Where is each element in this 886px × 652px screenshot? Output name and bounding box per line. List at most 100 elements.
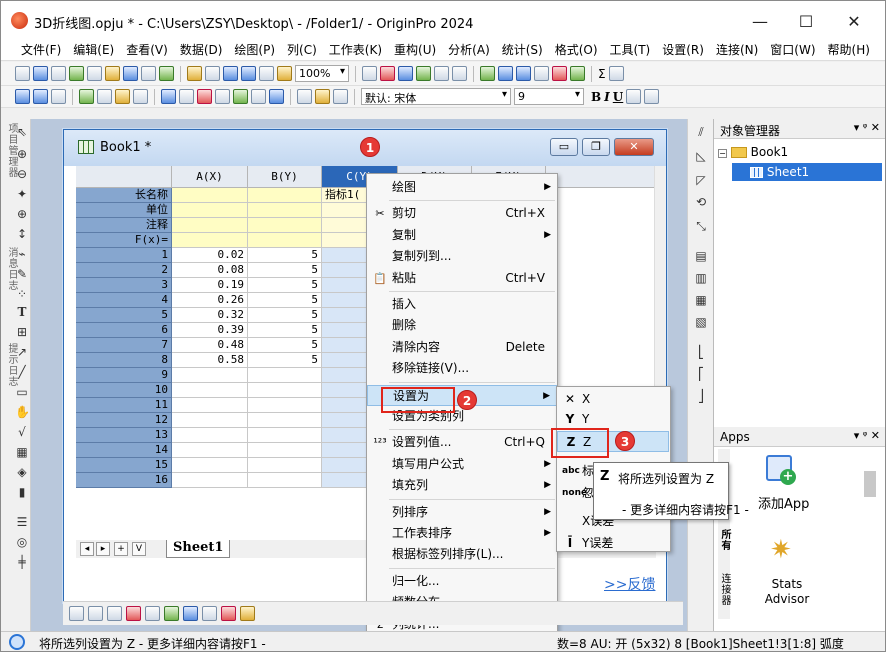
recalculate-icon[interactable] — [277, 66, 292, 81]
column-header-empty[interactable] — [546, 166, 664, 188]
new-excel-icon[interactable] — [141, 66, 156, 81]
copy-icon[interactable] — [315, 89, 330, 104]
object-icon[interactable]: ◈ — [15, 465, 29, 479]
pen-icon[interactable]: ▮ — [15, 485, 29, 499]
font-size-combo[interactable]: 9 — [514, 88, 584, 105]
row-header[interactable]: 11 — [76, 398, 172, 413]
italic-button[interactable]: I — [604, 90, 610, 104]
scale-icon[interactable]: ✦ — [15, 187, 29, 201]
mirror-icon[interactable]: ⤡ — [694, 219, 708, 233]
cell-a[interactable] — [172, 368, 248, 383]
cell-b[interactable]: 5 — [248, 278, 322, 293]
row-header[interactable]: 8 — [76, 353, 172, 368]
results-log-icon[interactable] — [398, 66, 413, 81]
cell-b[interactable]: 5 — [248, 248, 322, 263]
context-menu-item[interactable]: 插入 — [367, 294, 557, 315]
grid-a-icon[interactable]: ▤ — [694, 249, 708, 263]
meta-row-header[interactable]: 单位 — [76, 203, 172, 218]
cell-a[interactable] — [172, 428, 248, 443]
collapse-icon[interactable]: − — [718, 149, 727, 158]
scatter-plot-icon[interactable] — [88, 606, 103, 621]
layout-tool-icon[interactable]: ⫽ — [694, 125, 708, 139]
save-icon[interactable] — [223, 66, 238, 81]
plus-tool-icon[interactable]: ╪ — [15, 555, 29, 569]
list-icon[interactable]: ☰ — [15, 515, 29, 529]
meta-cell[interactable] — [248, 218, 322, 233]
column-plot-icon[interactable] — [126, 606, 141, 621]
new-matrix-icon[interactable] — [51, 66, 66, 81]
hand-icon[interactable]: ✋ — [15, 405, 30, 419]
row-header[interactable]: 12 — [76, 413, 172, 428]
smart-hint-icon[interactable] — [534, 66, 549, 81]
row-header[interactable]: 15 — [76, 458, 172, 473]
add-column-icon[interactable] — [570, 66, 585, 81]
menu-item[interactable]: 窗口(W) — [764, 41, 821, 58]
grid-b-icon[interactable]: ▥ — [694, 271, 708, 285]
add-layer-icon[interactable] — [179, 89, 194, 104]
cut-icon[interactable] — [297, 89, 312, 104]
project-explorer-icon[interactable] — [480, 66, 495, 81]
menu-item[interactable]: 统计(S) — [496, 41, 549, 58]
context-menu-item[interactable]: 填充列 ▶ — [367, 475, 557, 496]
data-selector-icon[interactable] — [97, 89, 112, 104]
meta-cell[interactable] — [172, 233, 248, 248]
draw-data-icon[interactable] — [133, 89, 148, 104]
submenu-item-x[interactable]: ✕ X — [557, 389, 669, 410]
zoom-in-icon[interactable]: ⊕ — [15, 147, 29, 161]
workbook-maximize-button[interactable]: ❐ — [582, 138, 610, 156]
context-menu-item[interactable]: 根据标签列排序(L)... — [367, 544, 557, 565]
cell-a[interactable]: 0.58 — [172, 353, 248, 368]
cell-a[interactable]: 0.02 — [172, 248, 248, 263]
context-menu-item[interactable]: 列排序 ▶ — [367, 502, 557, 523]
menu-item[interactable]: 帮助(H) — [822, 41, 876, 58]
menu-item[interactable]: 格式(O) — [549, 41, 604, 58]
subscript-icon[interactable] — [644, 89, 660, 104]
brush-icon[interactable]: ⁘ — [15, 287, 29, 301]
cell-a[interactable]: 0.39 — [172, 323, 248, 338]
new-function-icon[interactable] — [87, 66, 102, 81]
bracket-c-icon[interactable]: ⎦ — [694, 389, 708, 403]
forward-icon[interactable] — [33, 89, 48, 104]
row-header[interactable]: 13 — [76, 428, 172, 443]
cell-b[interactable] — [248, 383, 322, 398]
target-icon[interactable]: ◎ — [15, 535, 29, 549]
sqrt-icon[interactable]: √ — [15, 425, 29, 439]
menu-item[interactable]: 连接(N) — [710, 41, 764, 58]
sheet-list-button[interactable]: V — [132, 542, 146, 556]
theme-icon[interactable] — [269, 89, 284, 104]
save-template-icon[interactable] — [241, 66, 256, 81]
graph-icon[interactable]: ▦ — [15, 445, 29, 459]
context-menu-item[interactable]: 移除链接(V)... — [367, 358, 557, 379]
cell-a[interactable]: 0.19 — [172, 278, 248, 293]
close-button[interactable]: ✕ — [831, 7, 877, 35]
new-folder-icon[interactable] — [159, 66, 174, 81]
tab-next-button[interactable]: ▸ — [96, 542, 110, 556]
row-header[interactable]: 7 — [76, 338, 172, 353]
arrow-tool-icon[interactable]: ↗ — [15, 345, 29, 359]
meta-cell[interactable] — [248, 188, 322, 203]
new-layout-icon[interactable] — [123, 66, 138, 81]
row-header[interactable]: 14 — [76, 443, 172, 458]
column-header-a[interactable]: A(X) — [172, 166, 248, 188]
submenu-item-y误差[interactable]: Ī Y误差 — [557, 533, 669, 554]
print-icon[interactable] — [362, 66, 377, 81]
cell-b[interactable]: 5 — [248, 293, 322, 308]
cell-a[interactable]: 0.26 — [172, 293, 248, 308]
meta-row-header[interactable]: 长名称 — [76, 188, 172, 203]
region-icon[interactable]: ⌁ — [15, 247, 29, 261]
cell-a[interactable] — [172, 458, 248, 473]
line-plot-icon[interactable] — [69, 606, 84, 621]
context-menu-item[interactable]: 粘贴 📋 Ctrl+V — [367, 268, 557, 289]
line-symbol-icon[interactable] — [107, 606, 122, 621]
apps-icon[interactable] — [552, 66, 567, 81]
cursor-icon[interactable]: ↕ — [15, 227, 29, 241]
cell-a[interactable]: 0.32 — [172, 308, 248, 323]
context-menu-item[interactable]: 复制列到... — [367, 246, 557, 267]
cell-b[interactable] — [248, 473, 322, 488]
command-window-icon[interactable] — [434, 66, 449, 81]
context-menu-item[interactable]: 填写用户公式 ▶ — [367, 454, 557, 475]
rotate-icon[interactable]: ⟲ — [694, 195, 708, 209]
bold-button[interactable]: B — [591, 90, 601, 104]
context-menu-item[interactable]: 设置列值... ¹²³ Ctrl+Q — [367, 432, 557, 453]
new-graph-icon[interactable] — [69, 66, 84, 81]
